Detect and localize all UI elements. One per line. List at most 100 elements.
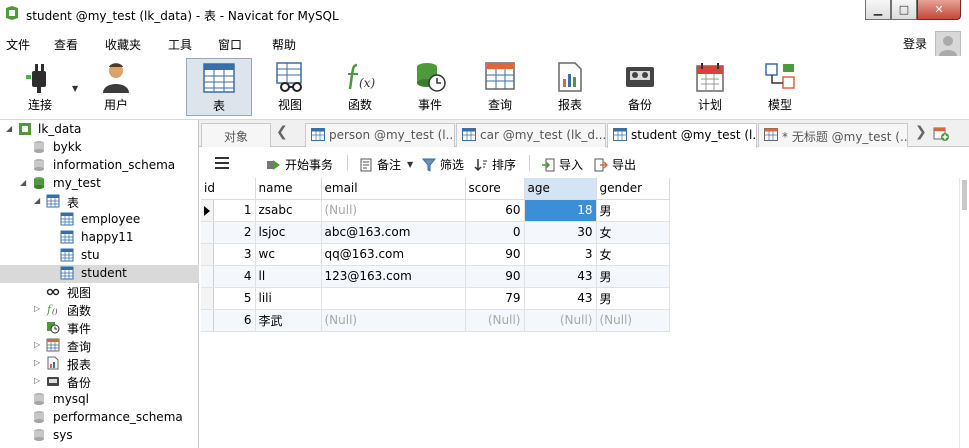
cell-gender[interactable]: 女 xyxy=(596,221,670,244)
toolbar-view-button[interactable]: 视图 xyxy=(257,58,323,116)
tab-person[interactable]: person @my_test (l... xyxy=(305,123,455,147)
expand-arrow-icon[interactable]: ▷ xyxy=(34,340,40,349)
nav-item-information-schema[interactable]: information_schema xyxy=(0,157,199,175)
toolbar-table-button[interactable]: 表 xyxy=(186,58,252,116)
nav-item-table-stu[interactable]: stu xyxy=(0,247,199,265)
nav-item-lk-data[interactable]: ◢ lk_data xyxy=(0,121,199,139)
nav-item-tables-folder[interactable]: ◢ 表 xyxy=(0,193,199,211)
row-indicator[interactable] xyxy=(201,243,214,266)
column-header-id[interactable]: id xyxy=(201,178,256,200)
minimize-button[interactable]: ▁ xyxy=(865,0,891,20)
toolbar-backup-button[interactable]: 备份 xyxy=(607,58,673,116)
nav-item-bykk[interactable]: bykk xyxy=(0,139,199,157)
cell-score[interactable]: (Null) xyxy=(465,309,525,332)
nav-item-table-student[interactable]: student xyxy=(0,265,199,283)
cell-email[interactable]: (Null) xyxy=(321,199,466,222)
filter-button[interactable]: 筛选 xyxy=(422,156,464,173)
nav-item-functions[interactable]: ▷ f() 函数 xyxy=(0,301,199,319)
cell-name[interactable]: zsabc xyxy=(255,199,322,222)
scrollbar-thumb[interactable] xyxy=(962,180,967,210)
close-button[interactable]: ✕ xyxy=(917,0,961,20)
nav-item-mysql[interactable]: mysql xyxy=(0,391,199,409)
menu-favorites[interactable]: 收藏夹 xyxy=(105,36,141,53)
toolbar-report-button[interactable]: 报表 xyxy=(537,58,603,116)
cell-id[interactable]: 1 xyxy=(213,199,256,222)
cell-score[interactable]: 0 xyxy=(465,221,525,244)
menu-icon[interactable] xyxy=(215,157,229,169)
toolbar-query-button[interactable]: 查询 xyxy=(467,58,533,116)
cell-id[interactable]: 6 xyxy=(213,309,256,332)
expand-arrow-icon[interactable]: ▷ xyxy=(34,304,40,313)
cell-name[interactable]: lili xyxy=(255,287,322,310)
table-row[interactable]: 6 李武 (Null) (Null) (Null) (Null) xyxy=(201,309,670,332)
maximize-button[interactable]: □ xyxy=(891,0,917,20)
cell-age[interactable]: 43 xyxy=(524,265,597,288)
begin-transaction-button[interactable]: 开始事务 xyxy=(267,156,333,173)
cell-age-selected[interactable]: 18 xyxy=(524,199,597,222)
tab-car[interactable]: car @my_test (lk_d... xyxy=(456,123,606,147)
row-indicator[interactable] xyxy=(201,199,214,222)
cell-name[interactable]: wc xyxy=(255,243,322,266)
table-row[interactable]: 1 zsabc (Null) 60 18 男 xyxy=(201,199,670,222)
cell-gender[interactable]: (Null) xyxy=(596,309,670,332)
cell-id[interactable]: 4 xyxy=(213,265,256,288)
toolbar-user-button[interactable]: 用户 xyxy=(83,58,149,116)
toolbar-schedule-button[interactable]: 计划 xyxy=(677,58,743,116)
column-header-email[interactable]: email xyxy=(321,178,466,200)
cell-id[interactable]: 3 xyxy=(213,243,256,266)
tab-objects[interactable]: 对象 xyxy=(201,123,271,147)
cell-email[interactable]: (Null) xyxy=(321,309,466,332)
cell-gender[interactable]: 男 xyxy=(596,265,670,288)
nav-item-reports[interactable]: ▷ 报表 xyxy=(0,355,199,373)
cell-email[interactable] xyxy=(321,287,466,310)
cell-score[interactable]: 90 xyxy=(465,243,525,266)
menu-file[interactable]: 文件 xyxy=(6,36,30,53)
expand-arrow-icon[interactable]: ▷ xyxy=(34,358,40,367)
cell-age[interactable]: 3 xyxy=(524,243,597,266)
cell-id[interactable]: 5 xyxy=(213,287,256,310)
cell-email[interactable]: abc@163.com xyxy=(321,221,466,244)
cell-age[interactable]: 30 xyxy=(524,221,597,244)
tab-untitled-query[interactable]: * 无标题 @my_test (... xyxy=(758,123,908,147)
avatar[interactable] xyxy=(935,31,961,57)
column-header-age[interactable]: age xyxy=(524,178,597,200)
collapse-arrow-icon[interactable]: ◢ xyxy=(20,178,26,187)
column-header-name[interactable]: name xyxy=(255,178,322,200)
toolbar-connect-button[interactable]: 连接 xyxy=(7,58,73,116)
cell-age[interactable]: (Null) xyxy=(524,309,597,332)
nav-item-views[interactable]: 视图 xyxy=(0,283,199,301)
cell-email[interactable]: qq@163.com xyxy=(321,243,466,266)
connect-dropdown-arrow-icon[interactable]: ▼ xyxy=(72,84,78,93)
row-indicator[interactable] xyxy=(201,309,214,332)
vertical-scrollbar[interactable] xyxy=(959,178,969,448)
expand-arrow-icon[interactable]: ▷ xyxy=(34,376,40,385)
table-row[interactable]: 2 lsjoc abc@163.com 0 30 女 xyxy=(201,221,670,244)
sort-button[interactable]: 排序 xyxy=(474,156,516,173)
cell-score[interactable]: 90 xyxy=(465,265,525,288)
import-button[interactable]: 导入 xyxy=(541,156,583,173)
new-tab-icon[interactable] xyxy=(933,125,949,141)
nav-item-backups[interactable]: ▷ 备份 xyxy=(0,373,199,391)
toolbar-function-button[interactable]: (x) 函数 xyxy=(327,58,393,116)
cell-id[interactable]: 2 xyxy=(213,221,256,244)
collapse-arrow-icon[interactable]: ◢ xyxy=(6,124,12,133)
cell-email[interactable]: 123@163.com xyxy=(321,265,466,288)
cell-gender[interactable]: 男 xyxy=(596,199,670,222)
menu-view[interactable]: 查看 xyxy=(54,36,78,53)
tab-scroll-left-icon[interactable]: ❮ xyxy=(276,124,288,140)
memo-dropdown-arrow-icon[interactable]: ▼ xyxy=(407,160,413,169)
export-button[interactable]: 导出 xyxy=(594,156,636,173)
toolbar-model-button[interactable]: 模型 xyxy=(747,58,813,116)
row-indicator[interactable] xyxy=(201,265,214,288)
cell-name[interactable]: lsjoc xyxy=(255,221,322,244)
nav-item-sys[interactable]: sys xyxy=(0,427,199,445)
menu-tools[interactable]: 工具 xyxy=(168,36,192,53)
menu-help[interactable]: 帮助 xyxy=(272,36,296,53)
nav-item-performance-schema[interactable]: performance_schema xyxy=(0,409,199,427)
login-link[interactable]: 登录 xyxy=(903,35,927,52)
collapse-arrow-icon[interactable]: ◢ xyxy=(34,196,40,205)
nav-item-queries[interactable]: ▷ 查询 xyxy=(0,337,199,355)
cell-score[interactable]: 79 xyxy=(465,287,525,310)
toolbar-event-button[interactable]: 事件 xyxy=(397,58,463,116)
cell-gender[interactable]: 女 xyxy=(596,243,670,266)
